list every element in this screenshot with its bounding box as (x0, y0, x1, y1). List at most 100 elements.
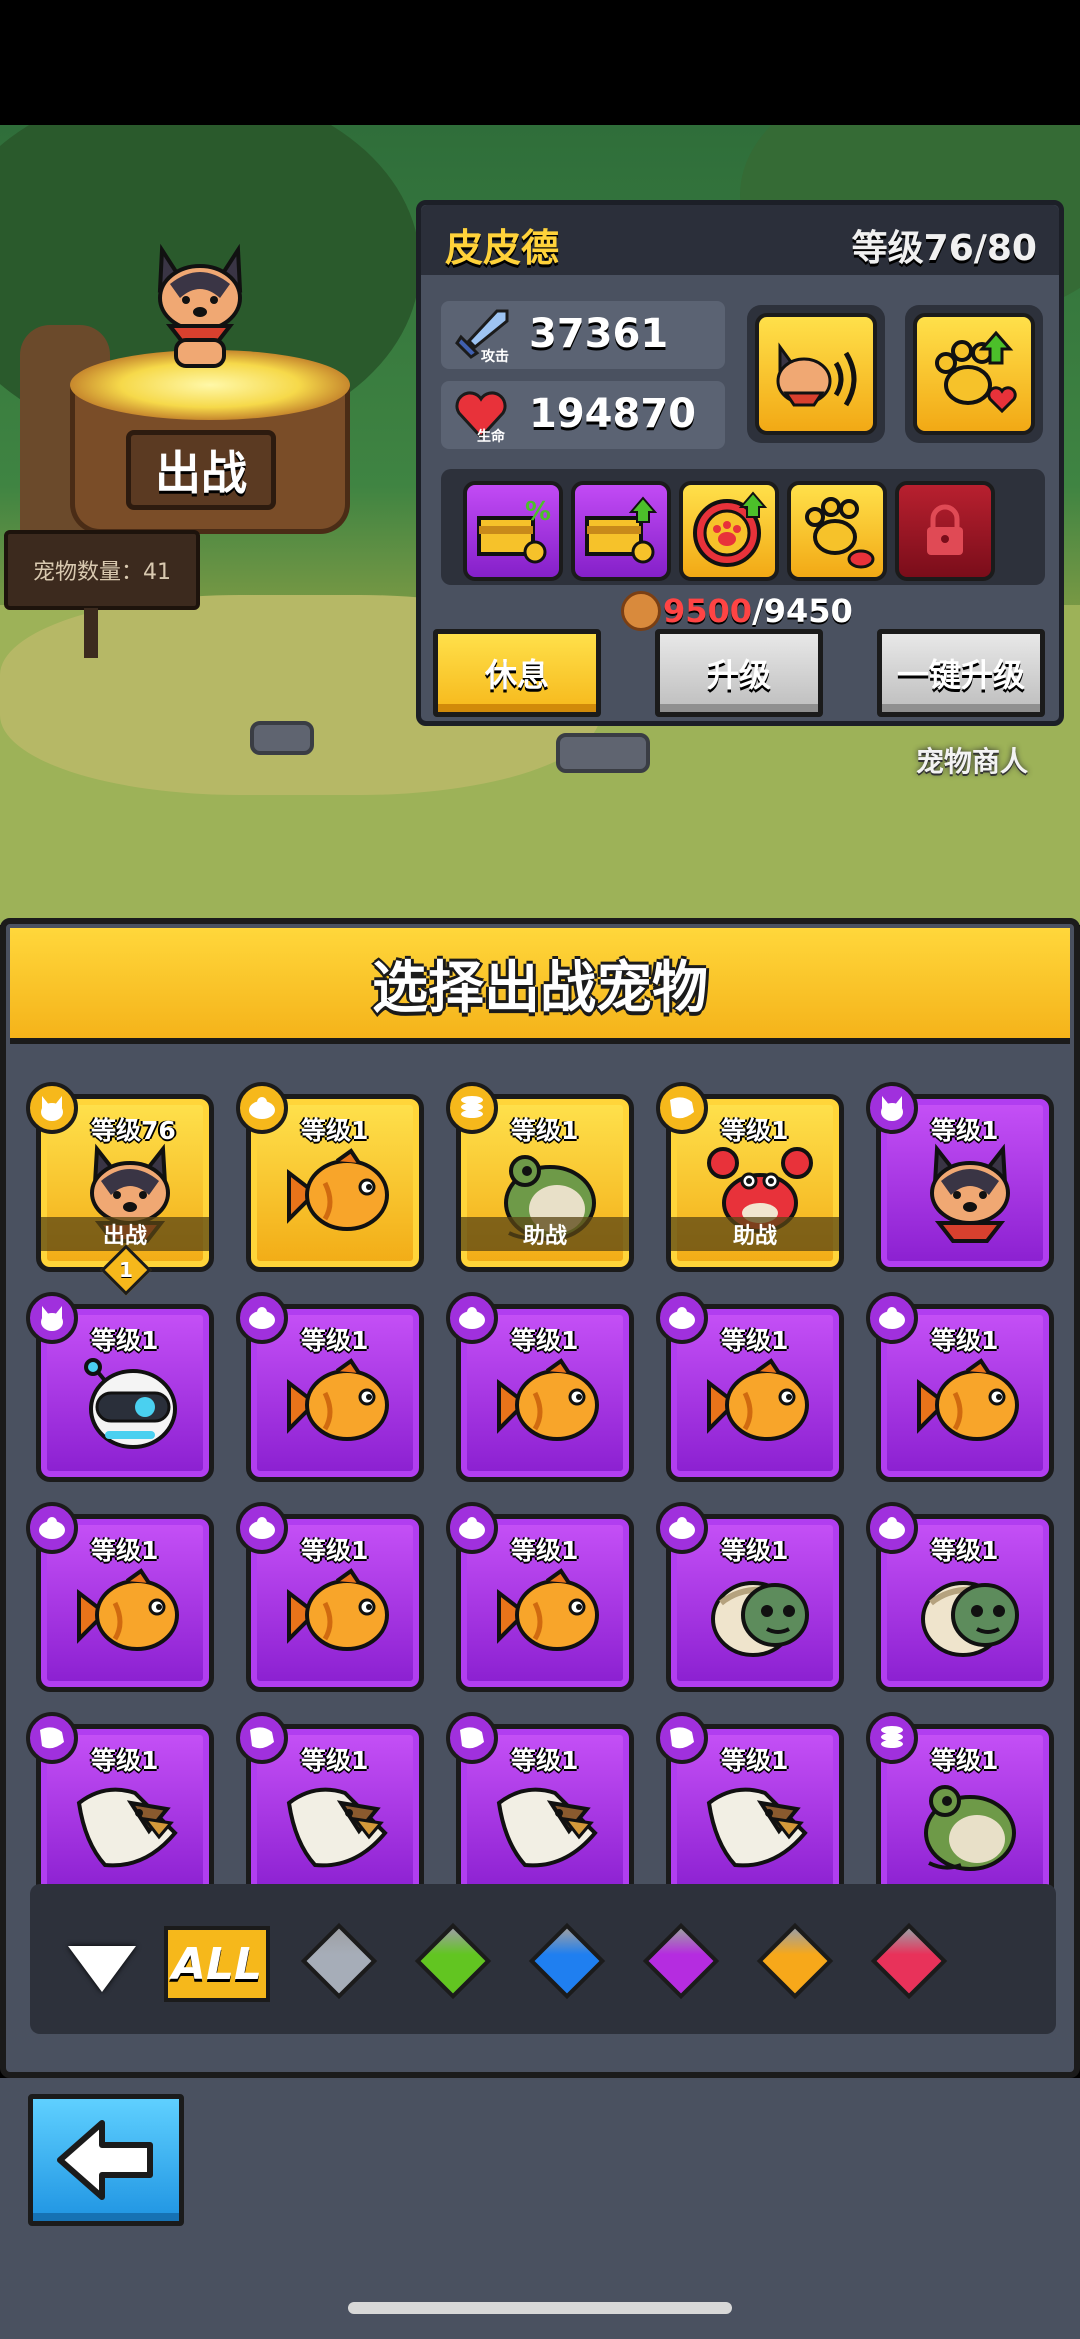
pet-card-level: 等级1 (301, 1536, 369, 1565)
skill-chest-up-button[interactable] (571, 481, 671, 581)
heart-icon: 生命 (451, 387, 511, 445)
pet-card-level: 等级1 (301, 1116, 369, 1145)
turtle-type-icon (236, 1502, 288, 1554)
fish-icon (75, 1563, 185, 1663)
back-button[interactable] (28, 2094, 184, 2226)
pet-stats-panel: 皮皮德 等级76/80 攻击 37361 生命 194870 % 9500 /9… (416, 200, 1064, 726)
svg-text:攻击: 攻击 (481, 348, 509, 363)
upgrade-cost: 9500 /9450 (621, 589, 853, 633)
stepping-stone (556, 733, 650, 773)
dog-type-icon (26, 1082, 78, 1134)
fish-icon (705, 1353, 815, 1453)
skill-locked-button[interactable] (895, 481, 995, 581)
turtle-icon (915, 1563, 1025, 1663)
pet-card-level: 等级1 (931, 1326, 999, 1355)
pet-card-level: 等级1 (721, 1746, 789, 1775)
skill-chest-crit-button[interactable]: % (463, 481, 563, 581)
pet-card-level: 等级1 (721, 1536, 789, 1565)
paw-coin-icon (621, 591, 661, 631)
paw-target-icon (693, 491, 768, 567)
chest-up-icon (585, 496, 658, 564)
pet-card-level: 等级1 (931, 1116, 999, 1145)
turtle-type-icon (656, 1502, 708, 1554)
eagle-icon (75, 1773, 185, 1873)
eagle-icon (285, 1773, 395, 1873)
turtle-type-icon (236, 1082, 288, 1134)
attack-stat: 攻击 37361 (441, 301, 725, 369)
turtle-type-icon (26, 1502, 78, 1554)
purple-gem[interactable] (642, 1922, 720, 2000)
eagle-type-icon (446, 1712, 498, 1764)
fish-icon (285, 1143, 395, 1243)
skill-paw-heart-button[interactable] (905, 305, 1043, 443)
skill-paw-target-button[interactable] (679, 481, 779, 581)
howl-icon (755, 313, 877, 435)
coin-stack-type-icon (866, 1712, 918, 1764)
pet-name: 皮皮德 (445, 226, 560, 270)
pet-card-status: 助战 (461, 1217, 629, 1251)
rest-button[interactable]: 休息 (433, 629, 601, 717)
blue-gem[interactable] (528, 1922, 606, 2000)
pet-select-panel: 选择出战宠物 等级76 出战 1 等级1 等级1 助战 等级1 助战 等级1 等… (0, 918, 1080, 2078)
upgrade-button[interactable]: 升级 (655, 629, 823, 717)
eagle-type-icon (656, 1082, 708, 1134)
pet-card-level: 等级1 (91, 1326, 159, 1355)
sword-icon: 攻击 (451, 307, 511, 365)
pet-card-level: 等级1 (91, 1536, 159, 1565)
paw-heart-icon (913, 313, 1035, 435)
pet-card-level: 等级76 (91, 1116, 176, 1145)
health-stat: 生命 194870 (441, 381, 725, 449)
eagle-icon (705, 1773, 815, 1873)
pet-card-level: 等级1 (91, 1746, 159, 1775)
orange-gem[interactable] (756, 1922, 834, 2000)
svg-text:生命: 生命 (477, 428, 506, 443)
one-click-upgrade-button[interactable]: 一键升级 (877, 629, 1045, 717)
select-title: 选择出战宠物 (372, 955, 708, 1021)
pet-card-level: 等级1 (511, 1326, 579, 1355)
stepping-stone (250, 721, 314, 755)
fish-icon (915, 1353, 1025, 1453)
pet-card-level: 等级1 (301, 1746, 369, 1775)
collapse-triangle-icon[interactable] (68, 1946, 136, 1992)
turtle-icon (705, 1563, 815, 1663)
fish-icon (285, 1563, 395, 1663)
filter-all-button[interactable]: ALL (164, 1926, 270, 2002)
attack-value: 37361 (529, 311, 669, 357)
turtle-type-icon (446, 1502, 498, 1554)
skill-paw-crab-button[interactable] (787, 481, 887, 581)
pet-card-level: 等级1 (721, 1116, 789, 1145)
sign-post (84, 608, 98, 658)
select-header: 选择出战宠物 (10, 928, 1070, 1044)
pet-card-level: 等级1 (301, 1326, 369, 1355)
turtle-type-icon (866, 1292, 918, 1344)
red-gem[interactable] (870, 1922, 948, 2000)
chest-percent-icon: % (477, 497, 551, 564)
fish-icon (495, 1353, 605, 1453)
frog-icon (915, 1773, 1025, 1873)
skill-howl-button[interactable] (747, 305, 885, 443)
turtle-type-icon (446, 1292, 498, 1344)
pet-count-sign: 宠物数量：41 (4, 530, 200, 610)
passive-skill-row: % (441, 469, 1045, 585)
turtle-type-icon (656, 1292, 708, 1344)
green-gem[interactable] (414, 1922, 492, 2000)
turtle-type-icon (866, 1502, 918, 1554)
status-bar (0, 0, 1080, 125)
back-arrow-icon (57, 2120, 153, 2200)
pet-level: 等级76/80 (851, 228, 1037, 269)
fish-icon (285, 1353, 395, 1453)
pet-card-level: 等级1 (511, 1536, 579, 1565)
eagle-type-icon (236, 1712, 288, 1764)
coin-stack-type-icon (446, 1082, 498, 1134)
dog-type-icon (26, 1292, 78, 1344)
lock-icon (927, 504, 963, 555)
home-indicator[interactable] (348, 2302, 732, 2314)
eagle-icon (495, 1773, 605, 1873)
pet-card-level: 等级1 (721, 1326, 789, 1355)
stats-header: 皮皮德 等级76/80 (421, 205, 1059, 275)
health-value: 194870 (529, 391, 696, 437)
gray-gem[interactable] (300, 1922, 378, 2000)
pet-card-level: 等级1 (931, 1536, 999, 1565)
pet-merchant-label[interactable]: 宠物商人 (916, 740, 1028, 780)
eagle-type-icon (656, 1712, 708, 1764)
